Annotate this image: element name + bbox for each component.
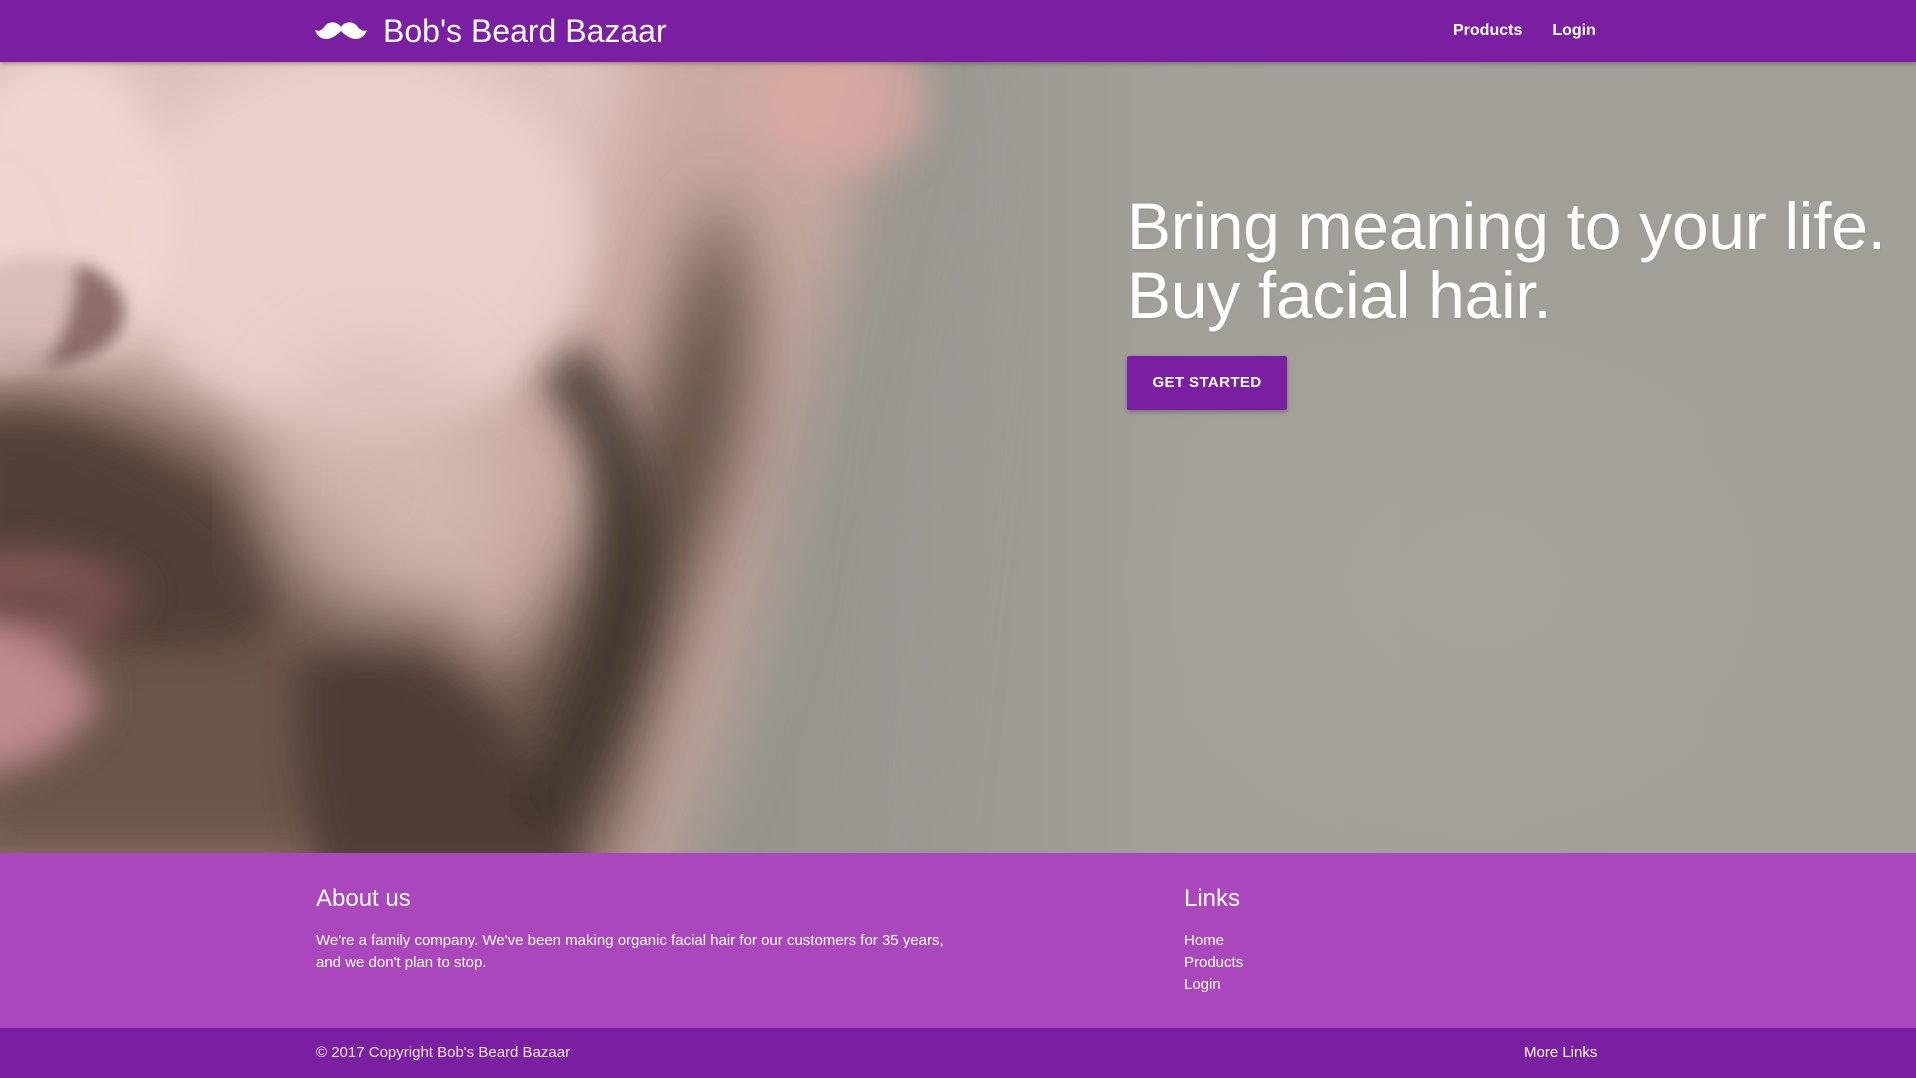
list-item: Products xyxy=(1184,952,1584,974)
footer-link-products[interactable]: Products xyxy=(1184,954,1243,971)
nav-link-products[interactable]: Products xyxy=(1438,0,1537,62)
get-started-button[interactable]: GET STARTED xyxy=(1127,356,1287,410)
links-heading: Links xyxy=(1184,885,1241,912)
top-navbar: Bob's Beard Bazaar Products Login xyxy=(0,0,1916,62)
hero-background-image xyxy=(0,62,994,853)
list-item: Home xyxy=(1184,930,1584,952)
hero-content: Bring meaning to your life. Buy facial h… xyxy=(1127,192,1907,410)
brand-name: Bob's Beard Bazaar xyxy=(383,13,667,49)
page-footer: About us We're a family company. We've b… xyxy=(0,853,1916,1028)
nav-link-login[interactable]: Login xyxy=(1537,0,1611,62)
mustache-icon xyxy=(315,22,367,40)
copyright-bar: © 2017 Copyright Bob's Beard Bazaar More… xyxy=(0,1028,1916,1078)
hero-section: Bring meaning to your life. Buy facial h… xyxy=(0,62,1916,853)
footer-link-list: Home Products Login xyxy=(1184,930,1584,996)
hero-heading-line-2: Buy facial hair. xyxy=(1127,258,1552,332)
nav-links: Products Login xyxy=(1438,0,1611,62)
footer-link-login[interactable]: Login xyxy=(1184,976,1221,993)
copyright-text: © 2017 Copyright Bob's Beard Bazaar xyxy=(316,1044,571,1061)
hero-heading-line-1: Bring meaning to your life. xyxy=(1127,189,1886,263)
about-heading: About us xyxy=(316,885,411,912)
footer-link-home[interactable]: Home xyxy=(1184,932,1224,949)
brand-logo-link[interactable]: Bob's Beard Bazaar xyxy=(315,0,667,62)
more-links-link[interactable]: More Links xyxy=(1524,1028,1597,1078)
list-item: Login xyxy=(1184,974,1584,996)
hero-heading: Bring meaning to your life. Buy facial h… xyxy=(1127,192,1907,330)
footer-links-section: Links Home Products Login xyxy=(1184,884,1584,996)
about-text: We're a family company. We've been makin… xyxy=(316,932,944,971)
footer-about-section: About us We're a family company. We've b… xyxy=(316,884,956,974)
